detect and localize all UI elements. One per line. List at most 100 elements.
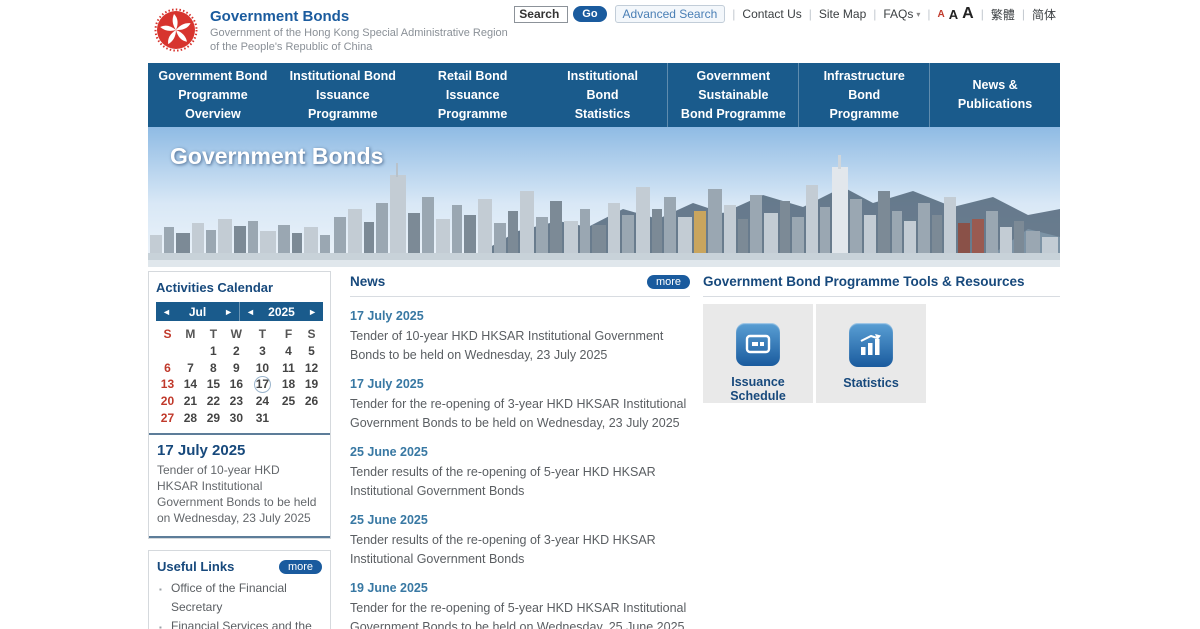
calendar-day[interactable]: 18 <box>277 376 300 393</box>
calendar-prev-month-icon[interactable]: ◄ <box>162 307 171 317</box>
calendar-day[interactable]: 19 <box>300 376 323 393</box>
calendar-day[interactable]: 1 <box>202 343 225 360</box>
divider: | <box>873 7 876 21</box>
faqs-link[interactable]: FAQs <box>883 7 913 21</box>
calendar-day-header: S <box>156 326 179 343</box>
useful-links-more-button[interactable]: more <box>279 560 322 574</box>
nav-news-publications[interactable]: News & Publications <box>929 63 1060 127</box>
issuance-schedule-tile[interactable]: Issuance Schedule <box>703 304 813 403</box>
calendar-day-header: W <box>225 326 248 343</box>
calendar-event-text[interactable]: Tender of 10-year HKD HKSAR Institutiona… <box>157 462 322 526</box>
lang-simplified-link[interactable]: 简体 <box>1032 6 1056 23</box>
calendar-day-header: S <box>300 326 323 343</box>
font-size-medium-button[interactable]: A <box>949 7 958 22</box>
calendar-day-header: M <box>179 326 202 343</box>
news-item: 25 June 2025 Tender results of the re-ope… <box>350 513 690 569</box>
nav-infrastructure-bond-programme[interactable]: Infrastructure Bond Programme <box>798 63 929 127</box>
main-nav: Government Bond Programme Overview Insti… <box>148 63 1060 127</box>
calendar-grid: 1234567891011121314151617181920212223242… <box>156 343 323 426</box>
news-item: 17 July 2025 Tender for the re-opening of… <box>350 377 690 433</box>
calendar-day[interactable]: 16 <box>225 376 248 393</box>
chevron-down-icon: ▾ <box>916 10 920 19</box>
calendar-day[interactable]: 13 <box>156 376 179 393</box>
nav-retail-bond-issuance-programme[interactable]: Retail Bond Issuance Programme <box>408 63 538 127</box>
search-go-button[interactable]: Go <box>573 6 606 22</box>
news-item-date[interactable]: 19 June 2025 <box>350 581 690 595</box>
news-item-date[interactable]: 17 July 2025 <box>350 377 690 391</box>
bar-chart-icon <box>849 323 893 367</box>
calendar-day[interactable]: 22 <box>202 393 225 410</box>
useful-link-item[interactable]: Financial Services and the <box>157 617 322 629</box>
calendar-day[interactable]: 9 <box>225 360 248 377</box>
calendar-day[interactable]: 5 <box>300 343 323 360</box>
font-size-small-button[interactable]: A <box>938 9 945 20</box>
calendar-header-bar: ◄ Jul ► ◄ 2025 ► <box>156 302 323 321</box>
calendar-day[interactable]: 24 <box>248 393 277 410</box>
site-logo[interactable]: Government Bonds Government of the Hong … <box>154 8 508 54</box>
news-item-date[interactable]: 25 June 2025 <box>350 513 690 527</box>
news-item-text[interactable]: Tender results of the re-opening of 3-ye… <box>350 531 690 569</box>
nav-institutional-bond-statistics[interactable]: Institutional Bond Statistics <box>538 63 668 127</box>
news-more-button[interactable]: more <box>647 275 690 289</box>
divider: | <box>927 7 930 21</box>
calendar-day[interactable]: 7 <box>179 360 202 377</box>
calendar-next-month-icon[interactable]: ► <box>224 307 233 317</box>
calendar-day[interactable]: 2 <box>225 343 248 360</box>
calendar-day[interactable]: 30 <box>225 410 248 427</box>
calendar-day[interactable]: 23 <box>225 393 248 410</box>
calendar-day[interactable]: 28 <box>179 410 202 427</box>
calendar-day[interactable]: 26 <box>300 393 323 410</box>
calendar-day[interactable]: 21 <box>179 393 202 410</box>
useful-links-title: Useful Links <box>157 559 234 574</box>
site-map-link[interactable]: Site Map <box>819 7 866 21</box>
calendar-day[interactable]: 29 <box>202 410 225 427</box>
site-title: Government Bonds <box>210 8 508 26</box>
calendar-prev-year-icon[interactable]: ◄ <box>246 307 255 317</box>
page: Government Bonds Government of the Hong … <box>0 0 1200 629</box>
calendar-next-year-icon[interactable]: ► <box>308 307 317 317</box>
news-item-date[interactable]: 17 July 2025 <box>350 309 690 323</box>
issuance-schedule-label: Issuance Schedule <box>703 375 813 403</box>
calendar-day-header: T <box>248 326 277 343</box>
calendar-day[interactable]: 10 <box>248 360 277 377</box>
calendar-day[interactable]: 12 <box>300 360 323 377</box>
calendar-grid-table: SMTWTFS 12345678910111213141516171819202… <box>156 326 323 426</box>
calendar-day[interactable]: 15 <box>202 376 225 393</box>
calendar-day[interactable]: 25 <box>277 393 300 410</box>
nav-government-sustainable-bond-programme[interactable]: Government Sustainable Bond Programme <box>667 63 798 127</box>
tools-section: Government Bond Programme Tools & Resour… <box>703 271 1060 403</box>
activities-calendar-box: Activities Calendar ◄ Jul ► ◄ 2025 ► <box>148 271 331 539</box>
calendar-day[interactable]: 4 <box>277 343 300 360</box>
news-item-text[interactable]: Tender for the re-opening of 3-year HKD … <box>350 395 690 433</box>
news-item-text[interactable]: Tender of 10-year HKD HKSAR Institutiona… <box>350 327 690 365</box>
calendar-day[interactable]: 14 <box>179 376 202 393</box>
news-item-text[interactable]: Tender for the re-opening of 5-year HKD … <box>350 599 690 629</box>
contact-us-link[interactable]: Contact Us <box>742 7 801 21</box>
news-item-date[interactable]: 25 June 2025 <box>350 445 690 459</box>
news-item: 19 June 2025 Tender for the re-opening of… <box>350 581 690 629</box>
calendar-month-label: Jul <box>189 305 206 319</box>
useful-link-item[interactable]: Office of the Financial Secretary <box>157 579 322 617</box>
calendar-day[interactable]: 6 <box>156 360 179 377</box>
font-size-large-button[interactable]: A <box>962 5 974 23</box>
calendar-day[interactable]: 17 <box>248 376 277 393</box>
calendar-day[interactable]: 3 <box>248 343 277 360</box>
nav-institutional-bond-issuance-programme[interactable]: Institutional Bond Issuance Programme <box>278 63 408 127</box>
calendar-day[interactable]: 20 <box>156 393 179 410</box>
calendar-day <box>300 410 323 427</box>
advanced-search-button[interactable]: Advanced Search <box>615 5 726 23</box>
news-item: 17 July 2025 Tender of 10-year HKD HKSAR … <box>350 309 690 365</box>
calendar-day[interactable]: 11 <box>277 360 300 377</box>
statistics-tile[interactable]: Statistics <box>816 304 926 403</box>
schedule-icon <box>736 323 780 366</box>
calendar-day <box>156 343 179 360</box>
search-input[interactable] <box>514 6 568 23</box>
calendar-day[interactable]: 8 <box>202 360 225 377</box>
news-item-text[interactable]: Tender results of the re-opening of 5-ye… <box>350 463 690 501</box>
lang-traditional-link[interactable]: 繁體 <box>991 6 1015 23</box>
calendar-day[interactable]: 31 <box>248 410 277 427</box>
calendar-day[interactable]: 27 <box>156 410 179 427</box>
nav-government-bond-programme-overview[interactable]: Government Bond Programme Overview <box>148 63 278 127</box>
divider: | <box>732 7 735 21</box>
divider: | <box>981 7 984 21</box>
